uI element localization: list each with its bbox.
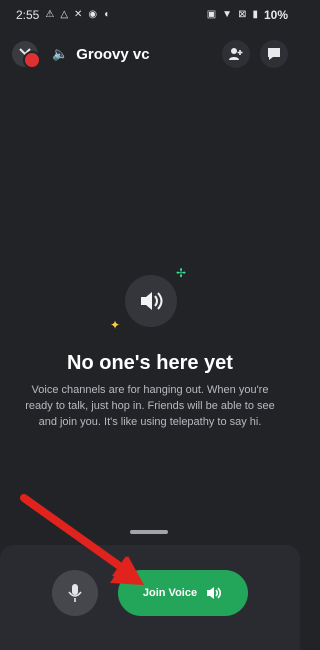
add-user-icon [229, 48, 243, 60]
wifi-icon: ▼ [222, 9, 233, 20]
chat-button[interactable] [260, 40, 288, 68]
signal-relay-icon: △ [60, 9, 69, 20]
chat-icon [268, 48, 280, 60]
notification-badge [23, 51, 41, 69]
record-icon: ◉ [88, 9, 98, 20]
empty-state-title: No one's here yet [67, 352, 233, 374]
voice-channel-icon: 🔈 [52, 46, 69, 61]
drag-handle[interactable] [130, 530, 168, 534]
channel-title: Groovy vc [76, 45, 150, 63]
status-bar: 2:55 ⚠ △ ✕ ◉ ◖ ▣ ▼ ⊠ ▮ 10% [0, 0, 300, 30]
status-time: 2:55 [16, 8, 40, 22]
cast-icon: ◖ [103, 9, 110, 20]
add-user-button[interactable] [222, 40, 250, 68]
missed-call-icon: ✕ [74, 9, 83, 20]
join-voice-button[interactable]: Join Voice [118, 570, 248, 616]
volte-icon: ▣ [206, 9, 217, 20]
microphone-button[interactable] [52, 570, 98, 616]
alert-icon: ⚠ [45, 9, 55, 20]
speaker-icon [207, 587, 222, 599]
empty-state-description: Voice channels are for hanging out. When… [25, 384, 275, 428]
battery-percentage: 10% [263, 8, 288, 22]
speaker-icon [141, 292, 163, 310]
sparkle-icon: ✢ [176, 266, 187, 280]
status-right: ▣ ▼ ⊠ ▮ 10% [207, 8, 288, 22]
microphone-icon [68, 584, 82, 602]
no-sim-icon: ⊠ [238, 9, 247, 20]
battery-icon: ▮ [252, 9, 258, 20]
sparkle-icon: ✦ [110, 318, 121, 332]
header-actions [222, 40, 288, 68]
server-avatar[interactable] [12, 41, 41, 69]
voice-channel-illustration [125, 275, 177, 327]
channel-header: 🔈 Groovy vc [0, 34, 300, 74]
status-left: 2:55 ⚠ △ ✕ ◉ ◖ [16, 8, 109, 22]
join-voice-label: Join Voice [142, 587, 198, 599]
